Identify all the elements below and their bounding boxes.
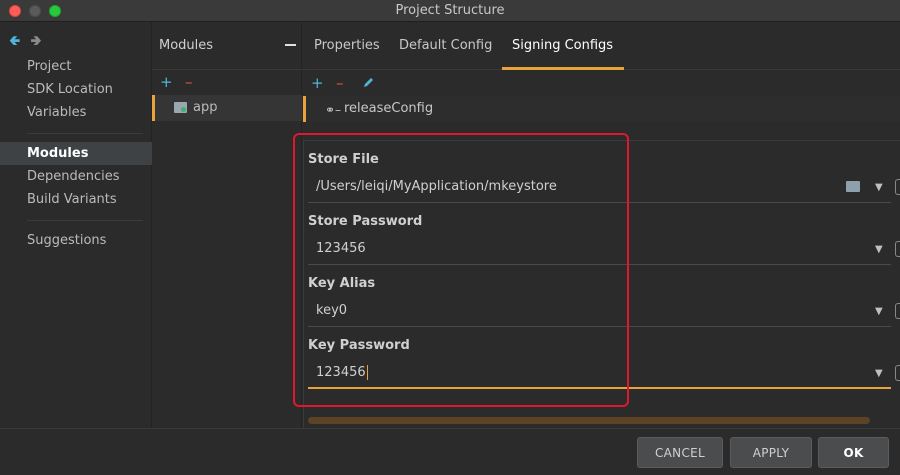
nav-divider (27, 220, 143, 221)
collapse-icon[interactable] (285, 44, 296, 46)
nav-item-project[interactable]: Project (0, 55, 152, 78)
plus-icon[interactable]: + (311, 74, 324, 92)
modules-title: Modules (159, 38, 214, 53)
module-label: app (193, 100, 218, 115)
plus-icon[interactable]: + (160, 73, 173, 91)
nav-item-sdk-location[interactable]: SDK Location (0, 78, 152, 101)
field-edge (895, 241, 900, 257)
active-tab-indicator (502, 67, 624, 70)
modules-toolbar: + – (152, 71, 302, 93)
modules-header: Modules (152, 22, 302, 70)
apply-button[interactable]: APPLY (730, 437, 812, 468)
arrow-back-icon[interactable]: 🢀 (9, 33, 20, 49)
title-bar: Project Structure (0, 0, 900, 22)
chevron-down-icon[interactable]: ▼ (875, 244, 883, 255)
pencil-icon[interactable] (362, 76, 375, 89)
field-edge (895, 303, 900, 319)
nav-item-variables[interactable]: Variables (0, 101, 152, 124)
signing-toolbar: + – (303, 72, 900, 94)
horizontal-scrollbar[interactable] (308, 417, 870, 424)
chevron-down-icon[interactable]: ▼ (875, 306, 883, 317)
nav-arrows: 🢀 🢂 (9, 30, 42, 54)
module-item-app[interactable]: app (152, 95, 302, 121)
signing-config-label: releaseConfig (344, 101, 434, 116)
minus-icon[interactable]: – (336, 74, 344, 92)
tab-bar: Properties Default Config Signing Config… (303, 22, 900, 70)
minus-icon[interactable]: – (185, 73, 193, 91)
cancel-button[interactable]: CANCEL (637, 437, 723, 468)
field-edge (895, 365, 900, 381)
nav-item-modules[interactable]: Modules (0, 142, 152, 165)
nav-divider (27, 133, 143, 134)
folder-open-icon[interactable] (846, 181, 860, 192)
field-edge (895, 179, 900, 195)
modules-panel: Modules + – app (152, 22, 302, 428)
chevron-down-icon[interactable]: ▼ (875, 368, 883, 379)
tab-signing-configs[interactable]: Signing Configs (512, 38, 613, 53)
arrow-forward-icon[interactable]: 🢂 (30, 33, 41, 49)
chevron-down-icon[interactable]: ▼ (875, 182, 883, 193)
ok-button[interactable]: OK (818, 437, 889, 468)
tab-default-config[interactable]: Default Config (399, 38, 492, 53)
nav-item-build-variants[interactable]: Build Variants (0, 188, 152, 211)
module-folder-icon (174, 102, 187, 113)
window-title: Project Structure (395, 3, 505, 18)
tab-properties[interactable]: Properties (314, 38, 380, 53)
nav-item-suggestions[interactable]: Suggestions (0, 229, 152, 252)
signing-config-item[interactable]: ⚭– releaseConfig (303, 96, 900, 122)
highlight-box (293, 133, 629, 407)
key-icon: ⚭– (325, 103, 342, 117)
nav-item-dependencies[interactable]: Dependencies (0, 165, 152, 188)
